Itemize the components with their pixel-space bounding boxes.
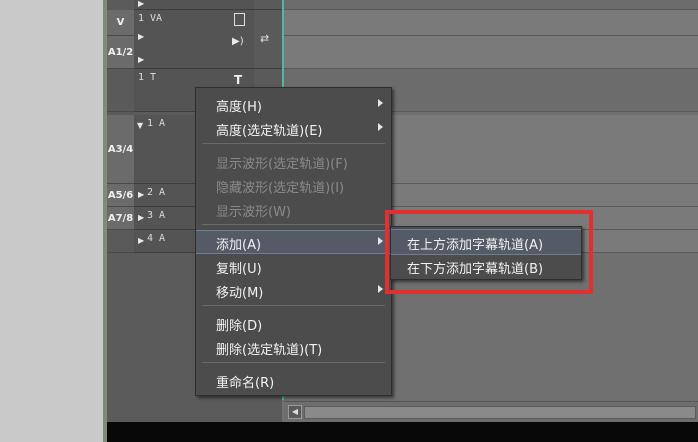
collapse-arrow-icon[interactable]: ▼ xyxy=(137,121,143,130)
video-patch-button[interactable]: V xyxy=(107,10,135,36)
speaker-icon[interactable]: ▶) xyxy=(232,36,244,47)
expand-arrow-icon[interactable]: ▶ xyxy=(138,0,144,8)
audio-patch-empty xyxy=(107,230,135,253)
menu-item-delete[interactable]: 删除(D) xyxy=(196,312,391,334)
menu-item-move[interactable]: 移动(M) xyxy=(196,279,391,301)
track-name: 2 A xyxy=(147,187,166,198)
track-name: 3 A xyxy=(147,210,166,221)
audio-patch-label: A1/2 xyxy=(107,46,134,58)
scroll-left-icon[interactable]: ◀ xyxy=(288,405,302,419)
track-head-1va[interactable]: 1 VA ▶ ▶ ▶) xyxy=(134,10,255,69)
horizontal-scrollbar[interactable]: ◀ xyxy=(284,401,698,422)
track-extra-cell: ⇄ xyxy=(254,10,282,69)
audio-patch-3-4[interactable]: A3/4 xyxy=(107,115,135,184)
sync-arrows-icon[interactable]: ⇄ xyxy=(260,32,269,45)
context-menu: 高度(H) 高度(选定轨道)(E) 显示波形(选定轨道)(F) 隐藏波形(选定轨… xyxy=(195,87,392,396)
audio-patch-1-2[interactable]: A1/2 xyxy=(107,36,135,69)
audio-patch-label: A7/8 xyxy=(107,212,134,224)
audio-patch-5-6[interactable]: A5/6 xyxy=(107,184,135,207)
bottom-bar xyxy=(107,422,698,442)
menu-item-height-selected[interactable]: 高度(选定轨道)(E) xyxy=(196,117,391,139)
track-name: 1 T xyxy=(138,72,157,83)
expand-arrow-icon[interactable]: ▶ xyxy=(138,213,144,222)
timeline-lane[interactable] xyxy=(284,36,698,69)
expand-arrow-icon[interactable]: ▶ xyxy=(138,236,144,245)
submenu-arrow-icon xyxy=(378,285,383,293)
audio-patch-7-8[interactable]: A7/8 xyxy=(107,207,135,230)
submenu-arrow-icon xyxy=(378,237,383,245)
expand-arrow-icon[interactable]: ▶ xyxy=(138,190,144,199)
submenu-arrow-icon xyxy=(378,99,383,107)
title-T-icon[interactable]: T xyxy=(234,73,242,87)
submenu-arrow-icon xyxy=(378,123,383,131)
menu-item-height[interactable]: 高度(H) xyxy=(196,93,391,115)
expand-arrow-icon[interactable]: ▶ xyxy=(138,32,144,41)
menu-separator xyxy=(202,305,385,306)
track-name: 1 A xyxy=(147,118,166,129)
menu-item-delete-selected[interactable]: 删除(选定轨道)(T) xyxy=(196,336,391,358)
menu-separator xyxy=(202,362,385,363)
audio-patch-label: A5/6 xyxy=(107,189,134,201)
track-name: 4 A xyxy=(147,233,166,244)
menu-item-add[interactable]: 添加(A) xyxy=(196,230,391,254)
menu-item-show-waveform-selected: 显示波形(选定轨道)(F) xyxy=(216,157,348,172)
title-patch xyxy=(107,69,135,112)
menu-item-copy[interactable]: 复制(U) xyxy=(196,255,391,277)
track-extra-cell xyxy=(254,0,282,10)
scrollbar-thumb[interactable] xyxy=(304,406,696,419)
annotation-highlight-box xyxy=(385,210,593,294)
menu-separator xyxy=(202,143,385,144)
menu-separator xyxy=(202,224,385,225)
menu-item-show-waveform: 显示波形(W) xyxy=(216,205,291,220)
left-panel xyxy=(0,0,103,442)
audio-patch-label: A3/4 xyxy=(107,143,134,155)
clip-icon[interactable] xyxy=(234,13,245,26)
menu-item-rename[interactable]: 重命名(R) xyxy=(196,369,391,391)
track-name: 1 VA xyxy=(138,13,163,24)
video-patch-label: V xyxy=(116,17,125,28)
timeline-lane[interactable] xyxy=(284,0,698,10)
expand-arrow-icon[interactable]: ▶ xyxy=(138,55,144,64)
timeline-lane[interactable] xyxy=(284,10,698,36)
track-head-top[interactable]: ▶ xyxy=(134,0,255,10)
menu-item-hide-waveform-selected: 隐藏波形(选定轨道)(I) xyxy=(216,181,345,196)
